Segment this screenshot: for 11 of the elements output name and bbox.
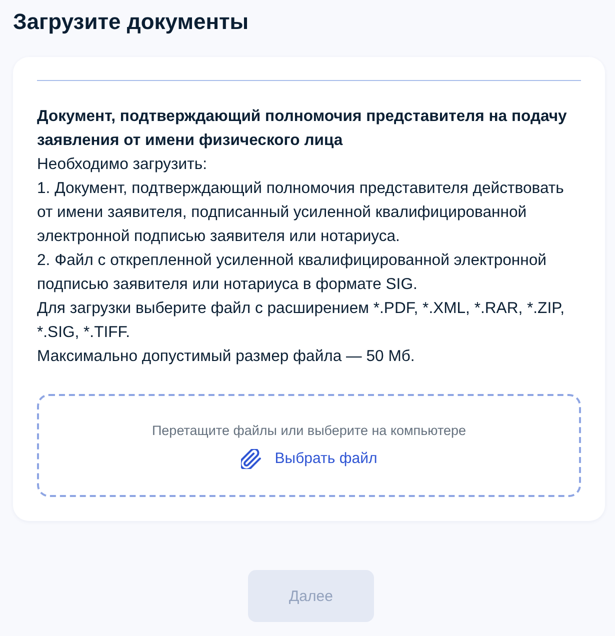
document-title: Документ, подтверждающий полномочия представителя на подачу заявления от имени физического лица	[37, 107, 568, 151]
document-text: Для загрузки выберите файл с расширением *.PDF, *.XML, *.RAR, *.ZIP, *.SIG, *.TIFF.	[37, 299, 566, 343]
file-drop-zone[interactable]: Перетащите файлы или выберите на компьютере Выбрать файл	[37, 394, 581, 497]
document-text: Необходимо загрузить:	[37, 155, 208, 175]
choose-file-link[interactable]: Выбрать файл	[240, 448, 378, 470]
drop-hint: Перетащите файлы или выберите на компьютере	[152, 422, 466, 440]
document-text: Максимально допустимый размер файла — 50 Мб.	[37, 347, 416, 367]
page-title: Загрузите документы	[13, 8, 249, 36]
document-text: 1. Документ, подтверждающий полномочия представителя действовать от имени заявителя, подписанный усиленной квалифицированной электронной подписью заявителя или нотариуса.	[37, 179, 565, 247]
paperclip-icon	[240, 448, 261, 468]
document-text: 2. Файл с открепленной усиленной квалифицированной электронной подписью заявителя или нотариуса в формате SIG.	[37, 251, 548, 295]
